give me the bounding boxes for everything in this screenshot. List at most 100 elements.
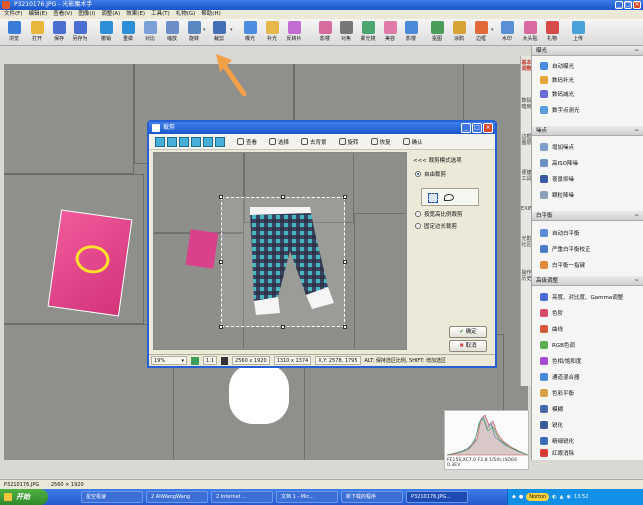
toolbar-focus-button[interactable]: 对焦 [334,20,358,44]
crop-selection[interactable] [219,195,347,329]
item-hue-saturation[interactable]: 色相/饱和度 [540,354,581,367]
dialog-view-button[interactable]: 查看 [237,138,257,146]
menu-effects[interactable]: 效果(E) [126,10,145,19]
toolbar-zoom-button[interactable]: 缩放 [160,20,184,44]
item-color-balance[interactable]: 色彩平衡 [540,386,574,399]
toolbar-fill-light-button[interactable]: 补光 [260,20,284,44]
toolbar-upload-button[interactable]: 上传 [566,20,590,44]
task-word-doc[interactable]: 文档 1 - Mic... [276,491,338,503]
crop-preview[interactable] [153,152,407,350]
crop-handle-s[interactable] [281,325,285,329]
norton-tray-button[interactable]: Norton [526,493,550,501]
maximize-button[interactable]: □ [624,1,632,9]
item-auto-exposure[interactable]: 自动曝光 [540,59,574,72]
actual-size-button[interactable]: 1:1 [203,356,218,365]
item-auto-wb[interactable]: 自动白平衡 [540,226,580,239]
menu-help[interactable]: 帮助(H) [201,10,220,19]
dialog-cancel-button[interactable]: ✖ 取消 [449,340,487,352]
item-red-eye[interactable]: 红眼消除 [540,446,574,459]
dialog-ok-button[interactable]: ✔ 确定 [449,326,487,338]
item-digital-dim[interactable]: 数码减光 [540,87,574,100]
item-sharpen[interactable]: 锐化 [540,418,563,431]
toolbar-crop-button[interactable]: 裁剪 [207,20,231,44]
item-add-noise[interactable]: 增加噪点 [540,140,574,153]
dialog-minimize-button[interactable]: _ [461,123,471,133]
toolbar-doodle-button[interactable]: 涂鸦 [447,20,471,44]
toolbar-watermark-button[interactable]: 水印 [495,20,519,44]
task-photo-editor[interactable]: P3210176.JPG... [406,491,468,503]
crop-handle-ne[interactable] [343,195,347,199]
lasso-shape-icon[interactable] [444,194,454,201]
item-rgb-tone[interactable]: RGB色调 [540,338,575,351]
task-xingkong[interactable]: 星空极速 [81,491,143,503]
toolbar-studio-2-button[interactable]: 影楼 [399,20,423,44]
minimize-button[interactable]: _ [615,1,623,9]
options-header[interactable]: <<< 裁剪模式选项 [413,156,462,164]
section-white-balance-header[interactable]: 白平衡 ≈ [532,211,643,221]
fit-window-icon[interactable] [191,356,199,365]
item-curves[interactable]: 曲线 [540,322,563,335]
tray-icon[interactable]: ◆ [512,494,516,500]
item-channel-mixer[interactable]: 通道混合器 [540,370,580,383]
tray-icon[interactable]: ◉ [567,494,571,500]
start-button[interactable]: 开始 [0,489,48,505]
section-noise-header[interactable]: 噪点 ≈ [532,126,643,136]
layout-left-icon[interactable] [191,136,201,147]
toolbar-soft-lens-button[interactable]: 柔光镜 [356,20,380,44]
option-free-crop[interactable]: 自由裁剪 [415,170,446,178]
menu-gifts[interactable]: 礼物(G) [176,10,196,19]
menu-view[interactable]: 查看(V) [53,10,72,19]
crop-handle-nw[interactable] [219,195,223,199]
section-advanced-header[interactable]: 高级调整 ≈ [532,276,643,286]
option-ratio-crop[interactable]: 按宽高比例裁剪 [415,210,463,218]
collapse-icon[interactable]: ≈ [634,211,639,221]
toolbar-browse-button[interactable]: 浏览 [2,20,26,44]
section-exposure-header[interactable]: 曝光 ≈ [532,46,643,56]
toolbar-redo-button[interactable]: 重做 [116,20,140,44]
item-high-iso-denoise[interactable]: 高ISO降噪 [540,156,578,169]
dialog-rotate-button[interactable]: 旋转 [338,138,359,146]
radio-icon[interactable] [415,211,421,217]
menu-image[interactable]: 图像(I) [78,10,95,19]
dialog-confirm-button[interactable]: 确认 [402,138,423,146]
task-internet[interactable]: 2 Internet ... [211,491,273,503]
dialog-restore-button[interactable]: 恢复 [370,138,391,146]
border-dropdown-icon[interactable]: ▾ [491,27,494,33]
toolbar-reversal-film-button[interactable]: 反转片 [282,20,306,44]
crop-handle-e[interactable] [343,260,347,264]
item-digital-fill[interactable]: 数码补光 [540,73,574,86]
clock[interactable]: 13:52 [574,494,588,500]
dialog-title-bar[interactable]: 裁剪 _ □ × [149,122,495,134]
toolbar-open-button[interactable]: 打开 [25,20,49,44]
radio-icon[interactable] [415,223,421,229]
item-night-denoise[interactable]: 夜景抑噪 [540,172,574,185]
task-downloads[interactable]: 新下载的程序 [341,491,403,503]
layout-center-icon[interactable] [203,136,213,147]
dialog-maximize-button[interactable]: □ [472,123,482,133]
menu-edit[interactable]: 编辑(E) [28,10,47,19]
layout-2v-icon[interactable] [167,136,177,147]
tray-icon[interactable]: ◐ [552,494,556,500]
toolbar-undo-button[interactable]: 撤销 [94,20,118,44]
dialog-remove-bg-button[interactable]: 去背景 [301,138,327,146]
rectangle-shape-icon[interactable] [428,193,438,203]
toolbar-gift-button[interactable]: 礼物 [540,20,564,44]
task-aliwangwang[interactable]: 2 AliWangWang [146,491,208,503]
tray-icon[interactable]: ● [519,494,523,500]
crop-dropdown-icon[interactable]: ▾ [230,27,233,33]
layout-2h-icon[interactable] [155,136,165,147]
radio-selected-icon[interactable] [415,171,421,177]
option-fixed-length-crop[interactable]: 固定边长裁剪 [415,222,457,230]
menu-file[interactable]: 文件(F) [4,10,22,19]
collapse-icon[interactable]: ≈ [634,46,639,56]
item-grain-denoise[interactable]: 颗粒降噪 [540,188,574,201]
close-button[interactable]: × [633,1,641,9]
collapse-icon[interactable]: ≈ [634,126,639,136]
collapse-icon[interactable]: ≈ [634,276,639,286]
menu-tools[interactable]: 工具(T) [151,10,170,19]
item-severe-wb[interactable]: 严重白平衡校正 [540,242,591,255]
crop-handle-sw[interactable] [219,325,223,329]
crop-handle-w[interactable] [219,260,223,264]
toolbar-cutout-button[interactable]: 抠图 [425,20,449,44]
item-spot-metering[interactable]: 数字点测光 [540,103,580,116]
